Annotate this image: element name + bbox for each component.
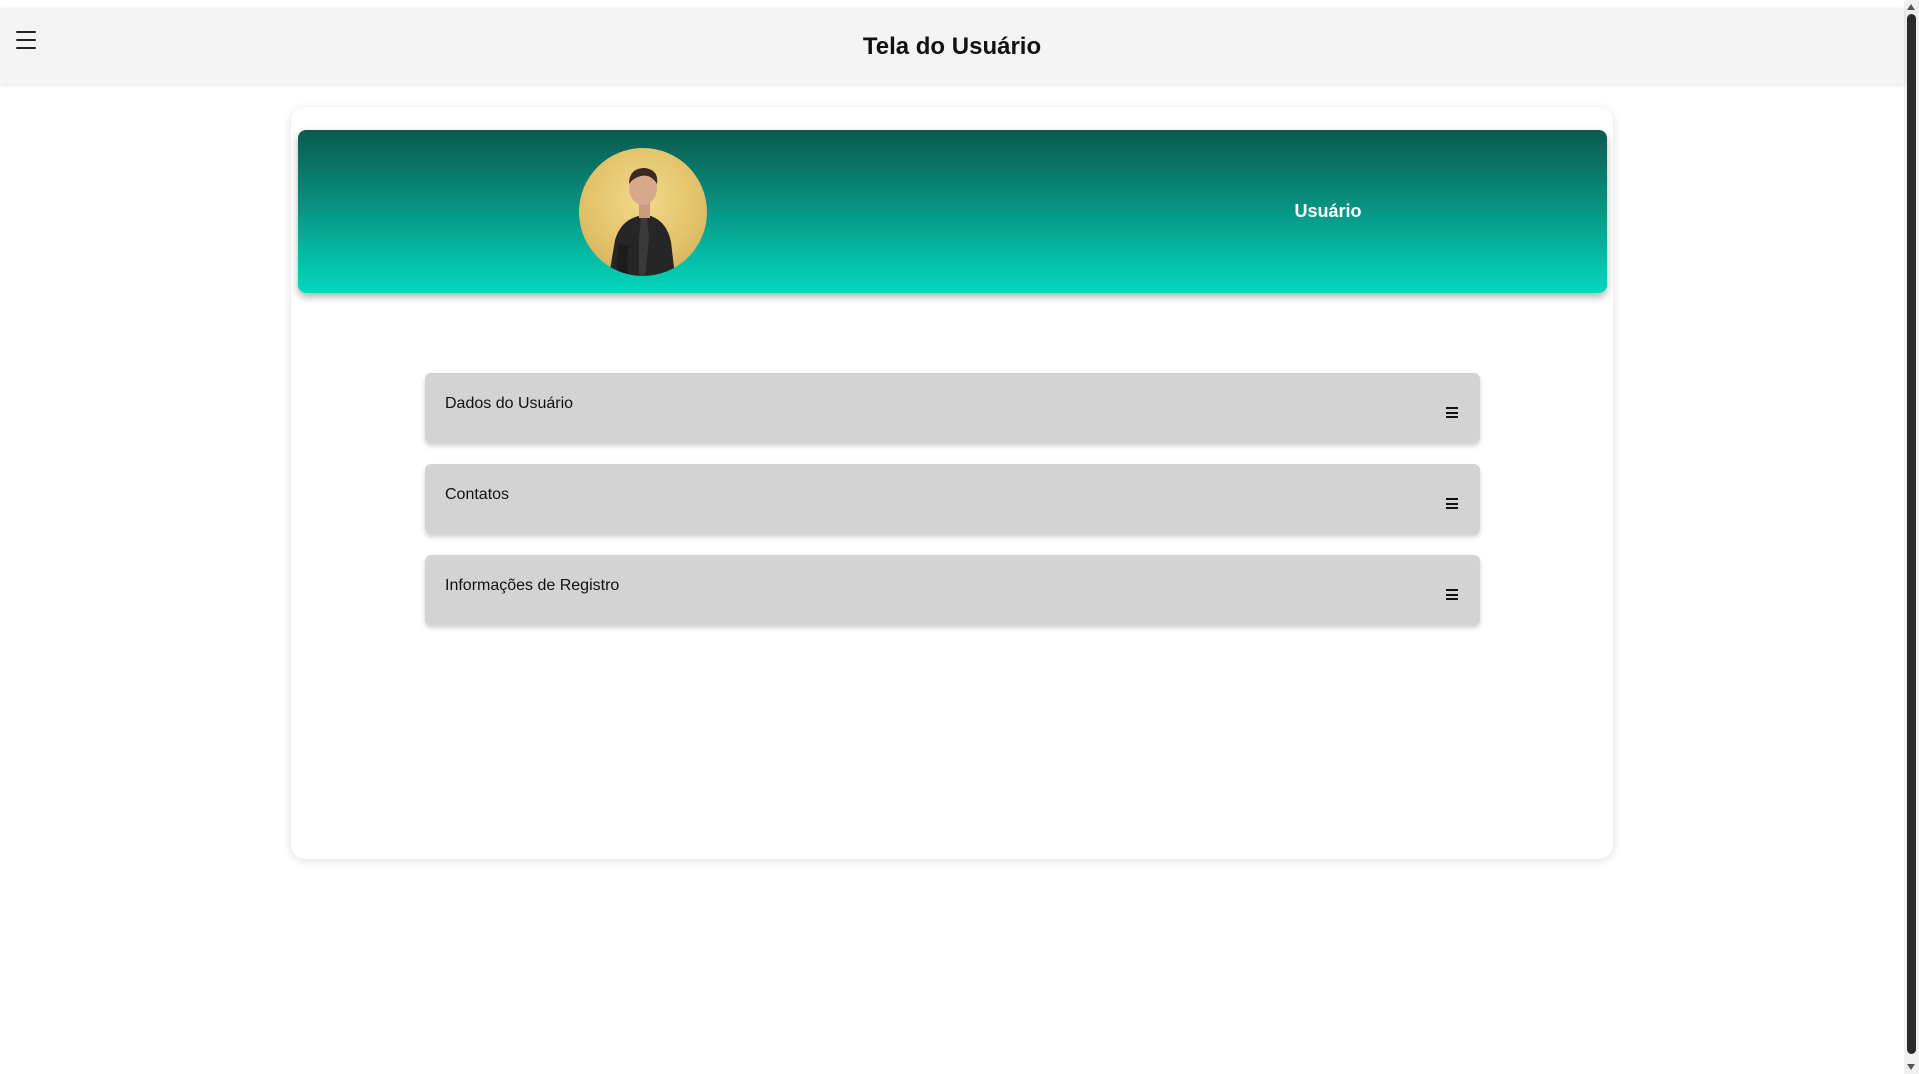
sections-list: Dados do Usuário Contatos Informações de… — [425, 373, 1480, 646]
section-dados-do-usuario[interactable]: Dados do Usuário — [425, 373, 1480, 443]
avatar — [579, 148, 707, 276]
scroll-up-icon[interactable] — [1907, 4, 1915, 10]
top-strip — [0, 0, 1904, 8]
user-card: Usuário Dados do Usuário Contatos Inform… — [291, 107, 1613, 859]
section-label: Informações de Registro — [445, 577, 620, 594]
user-screen: Tela do Usuário Usuário Dados do Usuário… — [0, 0, 1919, 1074]
section-informacoes-de-registro[interactable]: Informações de Registro — [425, 555, 1480, 625]
menu-lines-icon[interactable] — [1446, 589, 1458, 600]
section-label: Contatos — [445, 486, 510, 503]
section-contatos[interactable]: Contatos — [425, 464, 1480, 534]
hamburger-menu-icon[interactable] — [14, 28, 38, 52]
profile-banner: Usuário — [298, 130, 1607, 293]
scroll-down-icon[interactable] — [1907, 1064, 1915, 1070]
vertical-scrollbar[interactable] — [1904, 0, 1919, 1074]
app-header: Tela do Usuário — [0, 8, 1904, 84]
page-title: Tela do Usuário — [862, 33, 1042, 60]
profile-name: Usuário — [1294, 201, 1362, 221]
section-label: Dados do Usuário — [445, 395, 574, 412]
menu-lines-icon[interactable] — [1446, 407, 1458, 418]
menu-lines-icon[interactable] — [1446, 498, 1458, 509]
scrollbar-thumb[interactable] — [1907, 14, 1916, 1054]
